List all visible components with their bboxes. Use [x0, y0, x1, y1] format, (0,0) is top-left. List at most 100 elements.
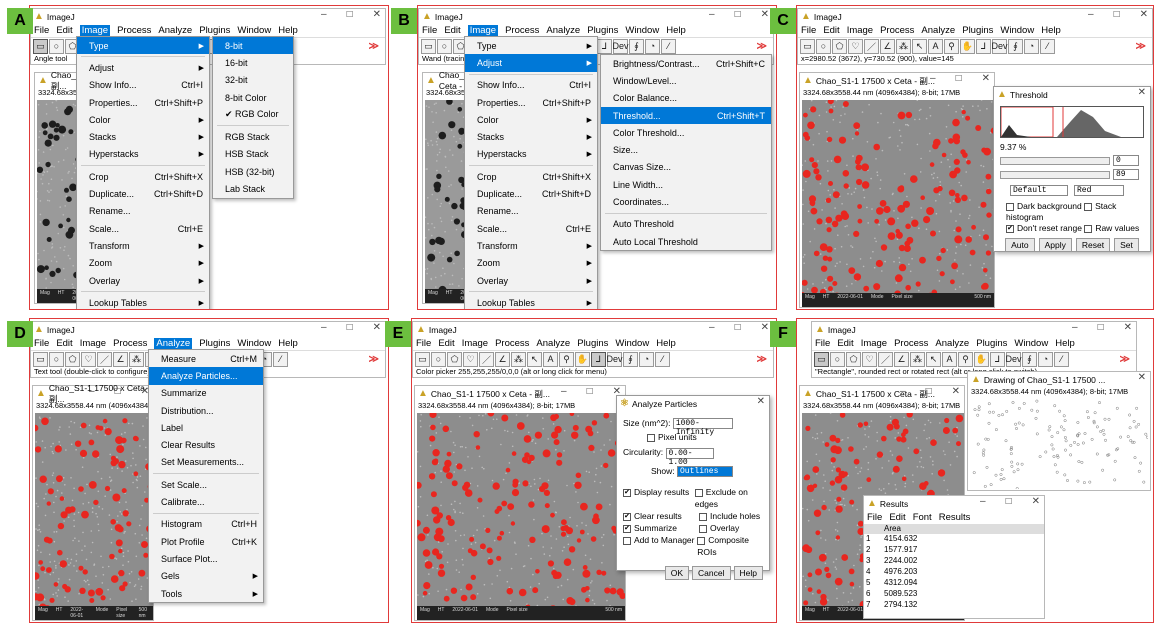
tool-button[interactable]: ⁄ [661, 38, 676, 54]
menu-item[interactable]: Crop Ctrl+Shift+X [465, 168, 597, 185]
show-select[interactable]: Outlines [677, 465, 733, 477]
tool-button[interactable]: ○ [816, 38, 831, 54]
menu-item[interactable]: 16-bit [213, 54, 293, 71]
tool-button[interactable]: ♡ [463, 351, 478, 367]
menu-help[interactable]: Help [666, 25, 686, 36]
menu-edit[interactable]: Edit [837, 338, 853, 349]
close-icon[interactable]: ✕ [1124, 322, 1132, 333]
maximize-icon[interactable]: □ [347, 322, 353, 333]
tool-button[interactable]: Dev [607, 351, 623, 367]
menu-window[interactable]: Window [625, 25, 659, 36]
maximize-icon[interactable]: □ [587, 386, 593, 397]
tool-button[interactable]: ○ [437, 38, 452, 54]
tool-button[interactable]: ⁂ [511, 351, 526, 367]
menu-item[interactable]: Set Measurements... [149, 454, 263, 471]
close-icon[interactable]: ✕ [1138, 87, 1146, 98]
menu-item[interactable]: Adjust ▶ [465, 54, 597, 72]
tool-button[interactable]: ⅃ [976, 38, 991, 54]
tool-button[interactable]: ⬠ [65, 351, 80, 367]
menu-analyze[interactable]: Analyze [158, 25, 192, 36]
menu-item[interactable]: Rename... [77, 203, 209, 220]
menu-help[interactable]: Help [1055, 338, 1075, 349]
tool-button[interactable]: ⅃ [591, 351, 606, 367]
menu-plugins[interactable]: Plugins [577, 338, 608, 349]
tool-button[interactable]: A [543, 351, 558, 367]
menu-edit[interactable]: Edit [56, 25, 72, 36]
menu-file[interactable]: File [422, 25, 437, 36]
pixel-units-checkbox[interactable] [647, 434, 655, 442]
menu-analyze[interactable]: Analyze [921, 25, 955, 36]
menu-file[interactable]: File [815, 338, 830, 349]
tool-button[interactable]: ♡ [862, 351, 877, 367]
menu-item[interactable]: Lookup Tables ▶ [77, 294, 209, 309]
dialog-button[interactable]: Help [733, 565, 763, 580]
tool-button[interactable]: ♡ [848, 38, 863, 54]
menu-plugins[interactable]: Plugins [587, 25, 618, 36]
menu-edit[interactable]: Edit [438, 338, 454, 349]
dialog-button[interactable]: Cancel [692, 565, 731, 580]
menu-item[interactable]: Overlay ▶ [77, 272, 209, 289]
circularity-field[interactable]: 0.00-1.00 [665, 447, 714, 467]
menu-process[interactable]: Process [880, 25, 914, 36]
menu-item[interactable]: RGB Stack [213, 128, 293, 145]
max-slider[interactable] [1000, 170, 1110, 179]
menu-item[interactable]: Properties... Ctrl+Shift+P [77, 94, 209, 111]
maximize-icon[interactable]: □ [115, 386, 121, 397]
maximize-icon[interactable]: □ [735, 9, 741, 20]
menu-item[interactable]: Stacks ▶ [77, 128, 209, 145]
tool-button[interactable]: ∮ [1008, 38, 1023, 54]
menu-item[interactable]: Calibrate... [149, 493, 263, 510]
maximize-icon[interactable]: □ [347, 9, 353, 20]
close-icon[interactable]: ✕ [1032, 496, 1040, 507]
menu-plugins[interactable]: Plugins [976, 338, 1007, 349]
tool-button[interactable]: ⁄ [1054, 351, 1069, 367]
maximize-icon[interactable]: □ [956, 73, 962, 84]
menu-item[interactable]: Zoom ▶ [77, 255, 209, 272]
menu-item[interactable]: Adjust ▶ [77, 59, 209, 76]
tool-button[interactable]: ○ [49, 351, 64, 367]
tool-button[interactable]: ○ [431, 351, 446, 367]
tool-button[interactable]: ／ [97, 351, 112, 367]
size-field[interactable]: 1000-Infinity [672, 418, 733, 437]
tool-button[interactable]: ▭ [33, 351, 48, 367]
tool-button[interactable]: ∮ [623, 351, 638, 367]
tool-button[interactable]: ♡ [81, 351, 96, 367]
menu-item[interactable]: Lab Stack [213, 180, 293, 197]
close-icon[interactable]: ✕ [373, 322, 381, 333]
min-field[interactable]: 0 [1113, 155, 1139, 166]
table-row[interactable]: 7 2794.132 [864, 600, 1044, 611]
tool-button[interactable]: ◔ [639, 351, 654, 367]
dont-reset-checkbox[interactable]: ✔ [1006, 224, 1014, 233]
menu-window[interactable]: Window [237, 338, 271, 349]
menu-item[interactable]: Duplicate... Ctrl+Shift+D [77, 185, 209, 202]
menu-window[interactable]: Window [1014, 338, 1048, 349]
menu-item[interactable]: Window/Level... [601, 72, 771, 89]
menu-item[interactable]: Brightness/Contrast... Ctrl+Shift+C [601, 55, 771, 72]
tool-button[interactable]: ∠ [894, 351, 909, 367]
results-menu[interactable]: File [867, 512, 882, 523]
tool-button[interactable]: ∮ [1022, 351, 1037, 367]
option-checkbox[interactable] [623, 536, 631, 545]
dark-bg-checkbox[interactable] [1006, 202, 1014, 211]
menu-item[interactable]: 32-bit [213, 72, 293, 89]
tool-button[interactable]: ／ [864, 38, 879, 54]
minimize-icon[interactable]: – [709, 9, 715, 20]
tool-button[interactable]: ⬠ [846, 351, 861, 367]
tool-button[interactable]: ▭ [421, 38, 436, 54]
menu-image[interactable]: Image [80, 338, 106, 349]
close-icon[interactable]: ✕ [982, 73, 990, 84]
menu-window[interactable]: Window [1000, 25, 1034, 36]
menu-item[interactable]: Line Width... [601, 176, 771, 193]
menu-item[interactable]: Overlay ▶ [465, 272, 597, 289]
menu-item[interactable]: 8-bit Color [213, 89, 293, 106]
maximize-icon[interactable]: □ [1114, 9, 1120, 20]
table-row[interactable]: 1 4154.632 [864, 534, 1044, 545]
tool-button[interactable]: ⚲ [944, 38, 959, 54]
stack-hist-checkbox[interactable] [1084, 202, 1093, 211]
menu-item[interactable]: Hyperstacks ▶ [465, 146, 597, 163]
tool-button[interactable]: ∠ [113, 351, 128, 367]
minimize-icon[interactable]: – [900, 386, 906, 397]
menu-item[interactable]: Size... [601, 141, 771, 158]
menu-plugins[interactable]: Plugins [199, 338, 230, 349]
tool-button[interactable]: ◔ [1038, 351, 1053, 367]
